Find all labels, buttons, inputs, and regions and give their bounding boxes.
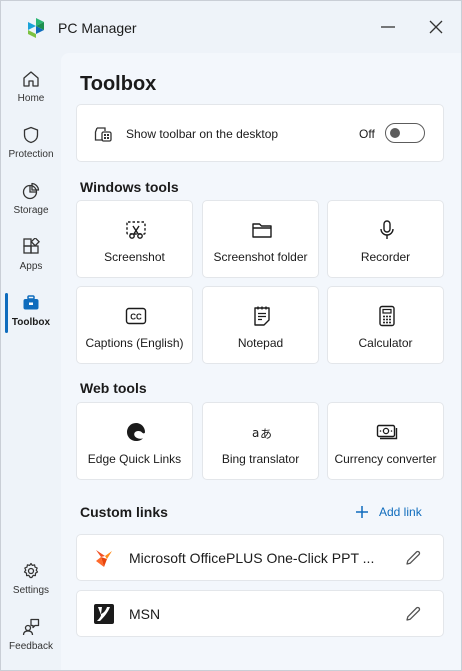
custom-link-label: Microsoft OfficePLUS One-Click PPT ... — [129, 550, 375, 566]
sidebar-item-protection[interactable]: Protection — [1, 121, 61, 173]
minimize-button[interactable] — [371, 11, 405, 43]
calculator-icon — [376, 305, 398, 327]
home-icon — [21, 69, 41, 89]
toolbox-icon — [21, 293, 41, 313]
web-tools-title: Web tools — [80, 380, 147, 396]
desktop-toolbar-icon — [94, 127, 112, 142]
sidebar-item-feedback[interactable]: Feedback — [1, 613, 61, 665]
sidebar-item-home[interactable]: Home — [1, 65, 61, 117]
svg-text:あ: あ — [260, 427, 272, 441]
svg-text:CC: CC — [130, 313, 142, 322]
pencil-icon[interactable] — [404, 605, 422, 623]
tool-label: Currency converter — [334, 452, 437, 466]
sidebar-item-label: Protection — [8, 149, 54, 160]
toolbar-toggle-state: Off — [359, 127, 375, 141]
officeplus-icon — [96, 550, 112, 567]
custom-link-label: MSN — [129, 606, 161, 622]
sidebar: Home Protection Storage Apps Toolbox Set… — [1, 53, 61, 670]
tool-label: Notepad — [237, 336, 284, 350]
tool-bing-translator[interactable]: aあ Bing translator — [202, 402, 319, 480]
tool-label: Bing translator — [221, 452, 300, 466]
tool-label: Captions (English) — [85, 336, 184, 350]
toolbar-setting-label: Show toolbar on the desktop — [126, 127, 279, 141]
sidebar-item-label: Feedback — [9, 641, 53, 652]
captions-icon: CC — [125, 305, 147, 327]
main-panel: Toolbox Show toolbar on the desktop Off … — [61, 53, 461, 670]
microphone-icon — [376, 219, 398, 241]
svg-text:a: a — [252, 426, 259, 440]
tool-label: Edge Quick Links — [87, 452, 182, 466]
tool-label: Recorder — [360, 250, 411, 264]
page-title: Toolbox — [80, 73, 157, 95]
sidebar-item-label: Toolbox — [11, 317, 51, 328]
tool-label: Screenshot — [104, 250, 165, 264]
sidebar-item-storage[interactable]: Storage — [1, 177, 61, 229]
sidebar-item-label: Storage — [13, 205, 49, 216]
add-link-label: Add link — [379, 505, 422, 519]
close-icon — [429, 20, 443, 34]
currency-icon — [376, 421, 398, 443]
feedback-icon — [21, 617, 41, 637]
sidebar-item-toolbox[interactable]: Toolbox — [1, 289, 61, 341]
close-button[interactable] — [419, 11, 453, 43]
minimize-icon — [381, 26, 395, 28]
tool-screenshot[interactable]: Screenshot — [76, 200, 193, 278]
toggle-knob — [390, 128, 400, 138]
translator-icon: aあ — [251, 421, 273, 443]
gear-icon — [21, 561, 41, 581]
sidebar-item-label: Home — [17, 93, 45, 104]
add-link-button[interactable]: Add link — [355, 505, 422, 519]
custom-links-title: Custom links — [80, 504, 168, 520]
screenshot-icon — [125, 219, 147, 241]
edge-icon — [125, 421, 147, 443]
windows-tools-title: Windows tools — [80, 179, 179, 195]
custom-link-item[interactable]: Microsoft OfficePLUS One-Click PPT ... — [76, 534, 444, 581]
pc-manager-logo-icon — [28, 18, 44, 38]
tool-label: Screenshot folder — [213, 250, 308, 264]
tool-notepad[interactable]: Notepad — [202, 286, 319, 364]
tool-currency-converter[interactable]: Currency converter — [327, 402, 444, 480]
tool-label: Calculator — [358, 336, 413, 350]
plus-icon — [356, 506, 368, 518]
toolbar-setting-card: Show toolbar on the desktop Off — [76, 104, 444, 162]
sidebar-item-apps[interactable]: Apps — [1, 233, 61, 285]
sidebar-item-label: Settings — [12, 585, 50, 596]
app-title: PC Manager — [58, 20, 137, 36]
tool-captions[interactable]: CC Captions (English) — [76, 286, 193, 364]
title-bar: PC Manager — [1, 1, 461, 53]
pencil-icon[interactable] — [404, 549, 422, 567]
notepad-icon — [251, 305, 273, 327]
tool-edge-quick-links[interactable]: Edge Quick Links — [76, 402, 193, 480]
sidebar-item-label: Apps — [19, 261, 43, 272]
folder-icon — [251, 219, 273, 241]
custom-link-item[interactable]: MSN — [76, 590, 444, 637]
msn-icon — [94, 604, 114, 624]
sidebar-item-settings[interactable]: Settings — [1, 557, 61, 609]
apps-icon — [21, 237, 41, 257]
tool-screenshot-folder[interactable]: Screenshot folder — [202, 200, 319, 278]
shield-icon — [21, 125, 41, 145]
pie-chart-icon — [21, 181, 41, 201]
app-window: PC Manager Home Protection Storage Apps … — [0, 0, 462, 671]
tool-recorder[interactable]: Recorder — [327, 200, 444, 278]
toolbar-toggle[interactable] — [385, 123, 425, 143]
tool-calculator[interactable]: Calculator — [327, 286, 444, 364]
